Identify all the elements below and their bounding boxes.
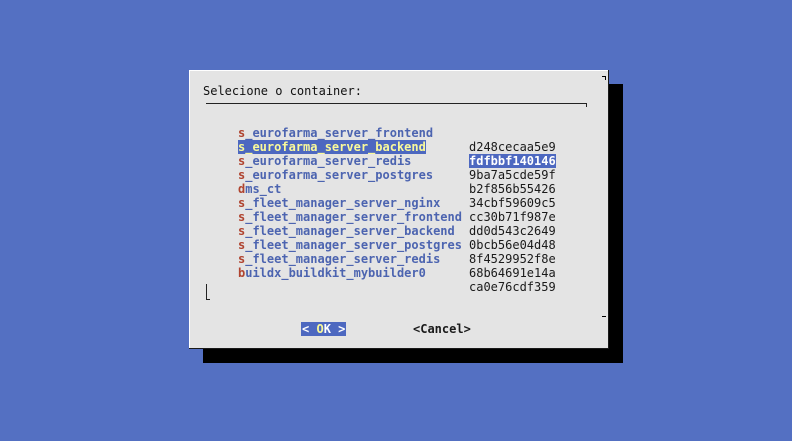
list-item[interactable]: s_eurofarma_server_redis 9ba7a5cde59f <box>238 140 558 182</box>
ok-button-bracket-right: > <box>330 322 346 336</box>
listbox-border-right <box>586 103 587 107</box>
dialog-corner-mark <box>605 76 606 80</box>
dialog-border-right <box>608 70 609 349</box>
dialog-border-bottom <box>189 348 609 349</box>
button-bar: < OK > <Cancel> <box>189 322 609 336</box>
list-item[interactable]: s_eurofarma_server_postgres b2f856b55426 <box>238 154 558 196</box>
list-item-label: uildx_buildkit_mybuilder0 <box>245 266 426 280</box>
container-list: s_eurofarma_server_frontend d248cecaa5e9… <box>238 112 558 294</box>
list-item[interactable]: s_fleet_manager_server_backend 0bcb56e04… <box>238 210 558 252</box>
list-item-selected[interactable]: s_eurofarma_server_backend fdfbbf140146 <box>238 126 558 168</box>
list-item[interactable]: s_fleet_manager_server_redis 68b64691e14… <box>238 238 558 280</box>
dialog-border-left <box>189 70 190 349</box>
container-select-dialog: Selecione o container: s_eurofarma_serve… <box>189 70 609 349</box>
cancel-button[interactable]: <Cancel> <box>413 322 471 336</box>
list-item[interactable]: s_fleet_manager_server_nginx cc30b71f987… <box>238 182 558 224</box>
list-item[interactable]: s_fleet_manager_server_postgres 8f452995… <box>238 224 558 266</box>
dialog-prompt: Selecione o container: <box>203 84 362 98</box>
list-item[interactable]: buildx_buildkit_mybuilder0 ca0e76cdf359 <box>238 252 558 294</box>
list-item[interactable]: dms_ct 34cbf59609c5 <box>238 168 558 210</box>
listbox-border-corner <box>206 299 210 300</box>
list-item-id: 68b64691e14a <box>469 266 556 280</box>
listbox-border-left <box>206 284 207 300</box>
list-item[interactable]: s_fleet_manager_server_frontend dd0d543c… <box>238 196 558 238</box>
ok-button-hotkey: O <box>316 322 324 336</box>
listbox-border-top <box>206 103 587 104</box>
dialog-corner-mark <box>602 316 606 317</box>
ok-button-label: K <box>323 322 331 336</box>
list-item-id: ca0e76cdf359 <box>469 280 556 294</box>
list-item[interactable]: s_eurofarma_server_frontend d248cecaa5e9 <box>238 112 558 154</box>
ok-button[interactable]: < OK > <box>301 322 347 336</box>
ok-button-bracket-left: < <box>302 322 317 336</box>
dialog-border-top <box>189 70 609 71</box>
